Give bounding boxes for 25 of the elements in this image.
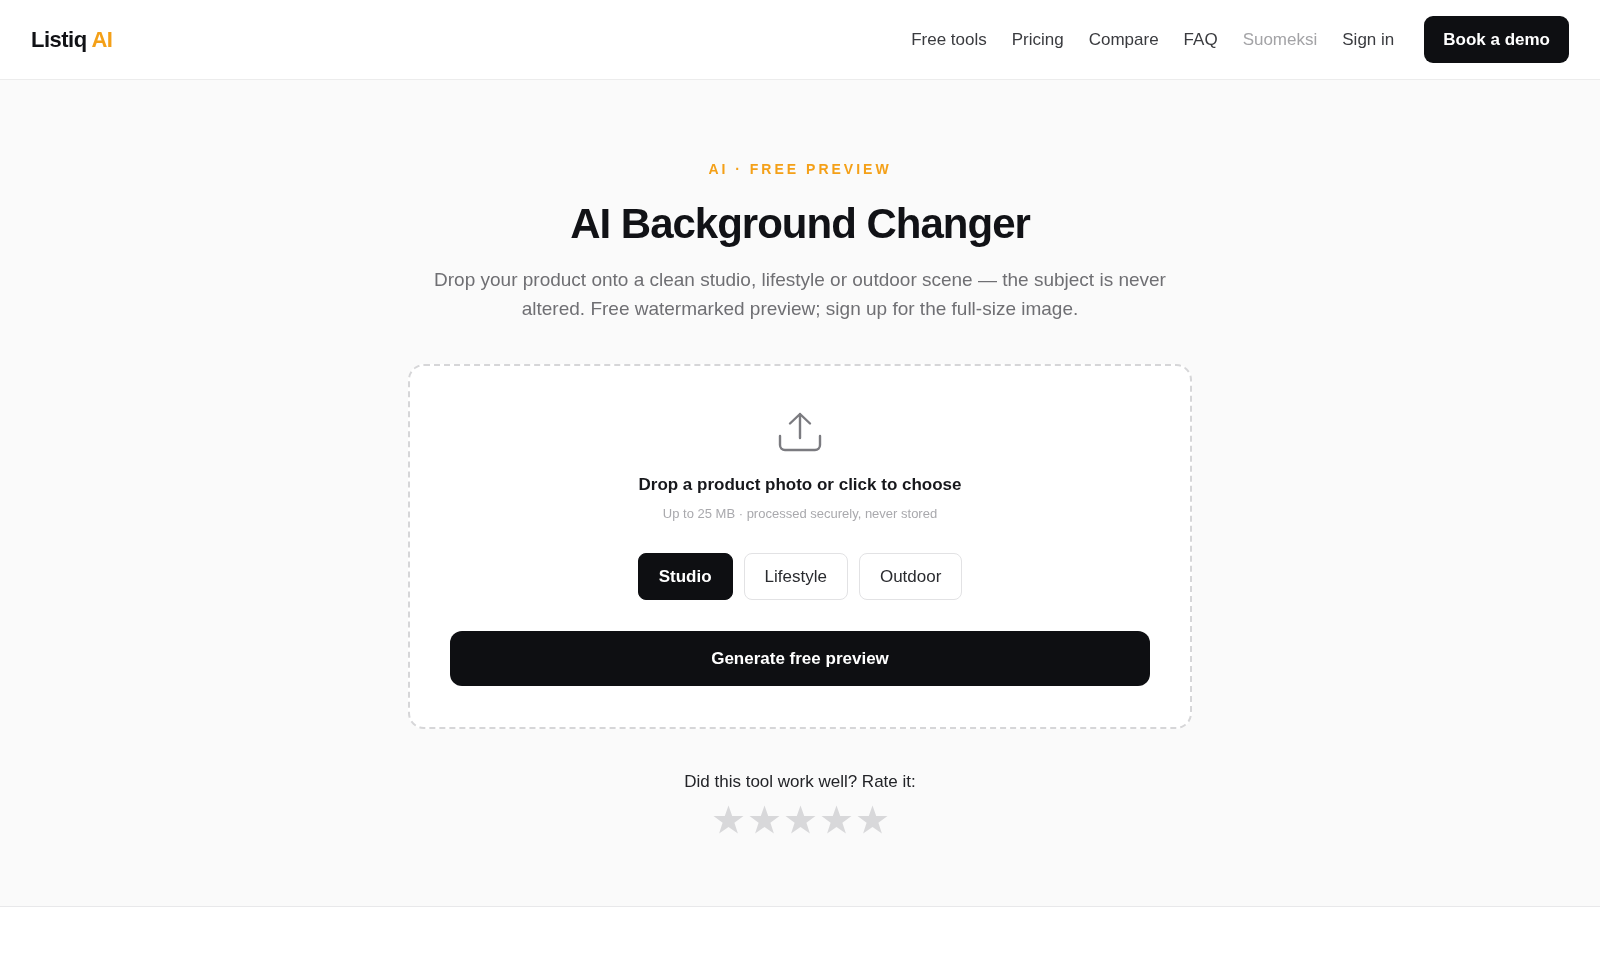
book-demo-button[interactable]: Book a demo [1424,15,1569,64]
logo[interactable]: Listiq AI [31,23,113,56]
generate-preview-button[interactable]: Generate free preview [450,631,1150,686]
star-icon[interactable] [784,805,816,835]
star-icon[interactable] [712,805,744,835]
upload-prompt: Drop a product photo or click to choose [638,474,962,496]
star-icon[interactable] [856,805,888,835]
nav-link[interactable]: Free tools [911,26,987,53]
upload-hint: Up to 25 MB · processed securely, never stored [662,505,938,523]
scene-option[interactable]: Lifestyle [743,553,848,600]
nav-link[interactable]: Sign in [1342,26,1395,53]
upload-dropzone[interactable]: Drop a product photo or click to choose Up to 25 MB · processed securely, never stored Studio Lifestyle Outdoor Generate free preview [408,364,1192,729]
scene-option[interactable]: Studio [637,553,733,600]
upload-icon [778,412,822,452]
star-icon[interactable] [820,805,852,835]
nav-link[interactable]: FAQ [1183,26,1218,53]
page-description: Drop your product onto a clean studio, lifestyle or outdoor scene — the subject is never altered. Free watermarked preview; sign up for the full-size image. [433,268,1167,321]
scene-option[interactable]: Outdoor [858,553,963,600]
rating-question: Did this tool work well? Rate it: [684,771,916,793]
nav-link[interactable]: Compare [1088,26,1159,53]
star-rating[interactable] [712,805,888,835]
eyebrow-label: AI · FREE PREVIEW [708,161,892,178]
page-title: AI Background Changer [570,200,1030,248]
nav-link[interactable]: Pricing [1011,26,1064,53]
star-icon[interactable] [748,805,780,835]
